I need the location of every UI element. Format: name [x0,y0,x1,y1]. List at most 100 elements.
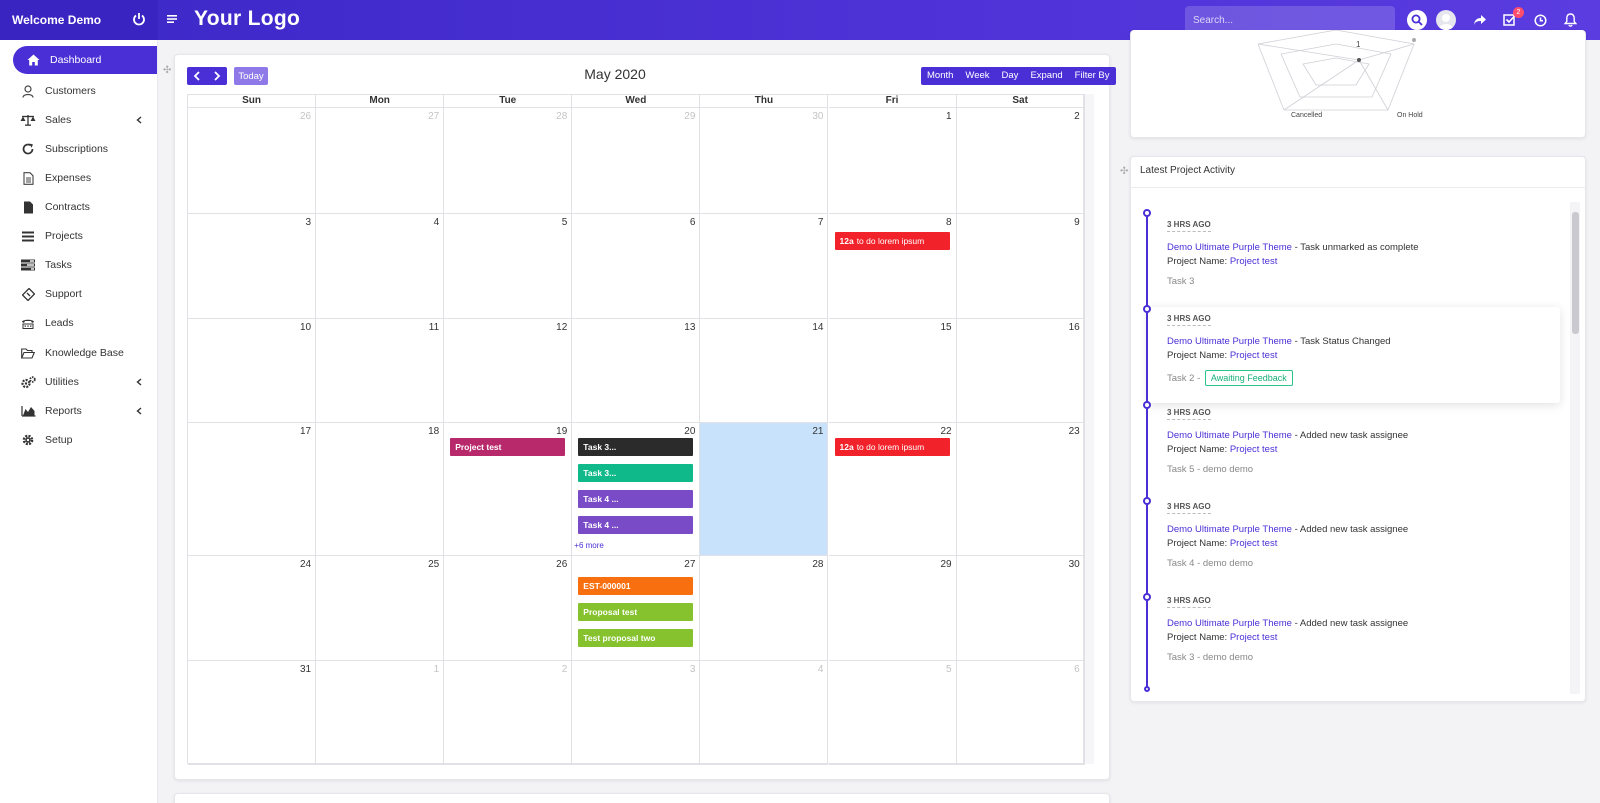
calendar-day-cell[interactable]: 6 [572,214,701,319]
calendar-day-cell[interactable]: 3 [572,661,701,765]
calendar-day-cell[interactable]: 28 [444,108,573,214]
power-icon[interactable] [132,12,146,26]
next-month-icon[interactable] [207,67,227,85]
view-month-button[interactable]: Month [921,67,959,85]
calendar-day-cell[interactable]: 15 [828,319,957,423]
menu-toggle-icon[interactable] [167,14,177,24]
sidebar-item-subscriptions[interactable]: Subscriptions [13,135,157,163]
day-number[interactable]: 10 [300,322,311,333]
calendar-day-cell[interactable]: 26 [188,108,317,214]
calendar-day-cell[interactable]: 14 [700,319,829,423]
sidebar-item-tasks[interactable]: Tasks [13,251,157,279]
calendar-day-cell[interactable]: 4 [700,661,829,765]
activity-user-link[interactable]: Demo Ultimate Purple Theme [1167,336,1292,347]
sidebar-item-utilities[interactable]: Utilities [13,368,157,396]
calendar-day-cell[interactable]: 21 [700,423,829,556]
day-number[interactable]: 24 [300,559,311,570]
calendar-scrollbar[interactable] [1084,94,1094,764]
day-number[interactable]: 20 [684,426,695,437]
calendar-day-cell[interactable]: 3 [188,214,317,319]
sidebar-item-leads[interactable]: Leads [13,309,157,337]
event-todo[interactable]: 12a to do lorem ipsum [834,232,950,250]
event-estimate[interactable]: EST-000001 [578,577,694,595]
event-task[interactable]: Task 3... [578,438,694,456]
calendar-day-cell[interactable]: 31 [188,661,317,765]
calendar-day-cell[interactable]: 29 [828,556,957,661]
timer-button[interactable] [1530,10,1550,30]
day-number[interactable]: 5 [562,217,568,228]
event-proposal[interactable]: Test proposal two [578,629,694,647]
calendar-day-cell[interactable]: 16 [956,319,1085,423]
prev-month-icon[interactable] [187,67,207,85]
day-number[interactable]: 1 [434,664,440,675]
avatar[interactable] [1436,10,1456,30]
search-button[interactable] [1407,10,1427,30]
activity-user-link[interactable]: Demo Ultimate Purple Theme [1167,430,1292,441]
sidebar-item-dashboard[interactable]: Dashboard [13,46,157,74]
sidebar-item-customers[interactable]: Customers [13,77,157,105]
day-number[interactable]: 4 [818,664,824,675]
day-number[interactable]: 4 [434,217,440,228]
calendar-day-cell[interactable]: 23 [956,423,1085,556]
sidebar-item-contracts[interactable]: Contracts [13,193,157,221]
calendar-day-cell[interactable]: 10 [188,319,317,423]
calendar-day-cell[interactable]: 1 [316,661,445,765]
activity-user-link[interactable]: Demo Ultimate Purple Theme [1167,618,1292,629]
event-proposal[interactable]: Proposal test [578,603,694,621]
calendar-day-cell[interactable]: 24 [188,556,317,661]
day-number[interactable]: 2 [1074,111,1080,122]
sidebar-item-setup[interactable]: Setup [13,426,157,454]
calendar-day-cell[interactable]: 18 [316,423,445,556]
day-number[interactable]: 27 [684,559,695,570]
calendar-day-cell[interactable]: 28 [700,556,829,661]
day-number[interactable]: 15 [940,322,951,333]
event-task[interactable]: Task 4 ... [578,516,694,534]
drag-handle-icon[interactable]: ✣ [1120,167,1129,177]
day-number[interactable]: 8 [946,217,952,228]
calendar-day-cell[interactable]: 30 [700,108,829,214]
project-link[interactable]: Project test [1230,538,1278,549]
activity-user-link[interactable]: Demo Ultimate Purple Theme [1167,524,1292,535]
day-number[interactable]: 19 [556,426,567,437]
day-number[interactable]: 31 [300,664,311,675]
day-number[interactable]: 25 [428,559,439,570]
more-events-link[interactable]: +6 more [574,541,604,550]
day-number[interactable]: 23 [1069,426,1080,437]
activity-scrollbar-thumb[interactable] [1572,212,1579,334]
day-number[interactable]: 3 [690,664,696,675]
sidebar-item-reports[interactable]: Reports [13,397,157,425]
day-number[interactable]: 30 [812,111,823,122]
expand-button[interactable]: Expand [1024,67,1068,85]
day-number[interactable]: 3 [306,217,312,228]
day-number[interactable]: 2 [562,664,568,675]
calendar-day-cell[interactable]: 5 [444,214,573,319]
calendar-day-cell[interactable]: 5 [828,661,957,765]
calendar-day-cell[interactable]: 6 [956,661,1085,765]
sidebar-item-knowledge-base[interactable]: Knowledge Base [13,339,157,367]
activity-user-link[interactable]: Demo Ultimate Purple Theme [1167,242,1292,253]
event-task[interactable]: Task 4 ... [578,490,694,508]
project-link[interactable]: Project test [1230,256,1278,267]
calendar-day-cell[interactable]: 7 [700,214,829,319]
calendar-day-cell[interactable]: 11 [316,319,445,423]
calendar-day-cell[interactable]: 2 [444,661,573,765]
calendar-day-cell[interactable]: 25 [316,556,445,661]
day-number[interactable]: 21 [812,426,823,437]
project-link[interactable]: Project test [1230,350,1278,361]
tasks-button[interactable]: 2 [1500,7,1524,30]
day-number[interactable]: 29 [684,111,695,122]
calendar-day-cell[interactable]: 13 [572,319,701,423]
calendar-day-cell[interactable]: 29 [572,108,701,214]
calendar-day-cell[interactable]: 9 [956,214,1085,319]
day-number[interactable]: 18 [428,426,439,437]
day-number[interactable]: 6 [690,217,696,228]
calendar-day-cell[interactable]: 27 [316,108,445,214]
day-number[interactable]: 16 [1069,322,1080,333]
drag-handle-icon[interactable]: ✣ [163,66,172,76]
sidebar-item-projects[interactable]: Projects [13,222,157,250]
view-week-button[interactable]: Week [959,67,995,85]
calendar-day-cell[interactable]: 1 [828,108,957,214]
notifications-button[interactable] [1560,10,1580,30]
day-number[interactable]: 5 [946,664,952,675]
day-number[interactable]: 7 [818,217,824,228]
